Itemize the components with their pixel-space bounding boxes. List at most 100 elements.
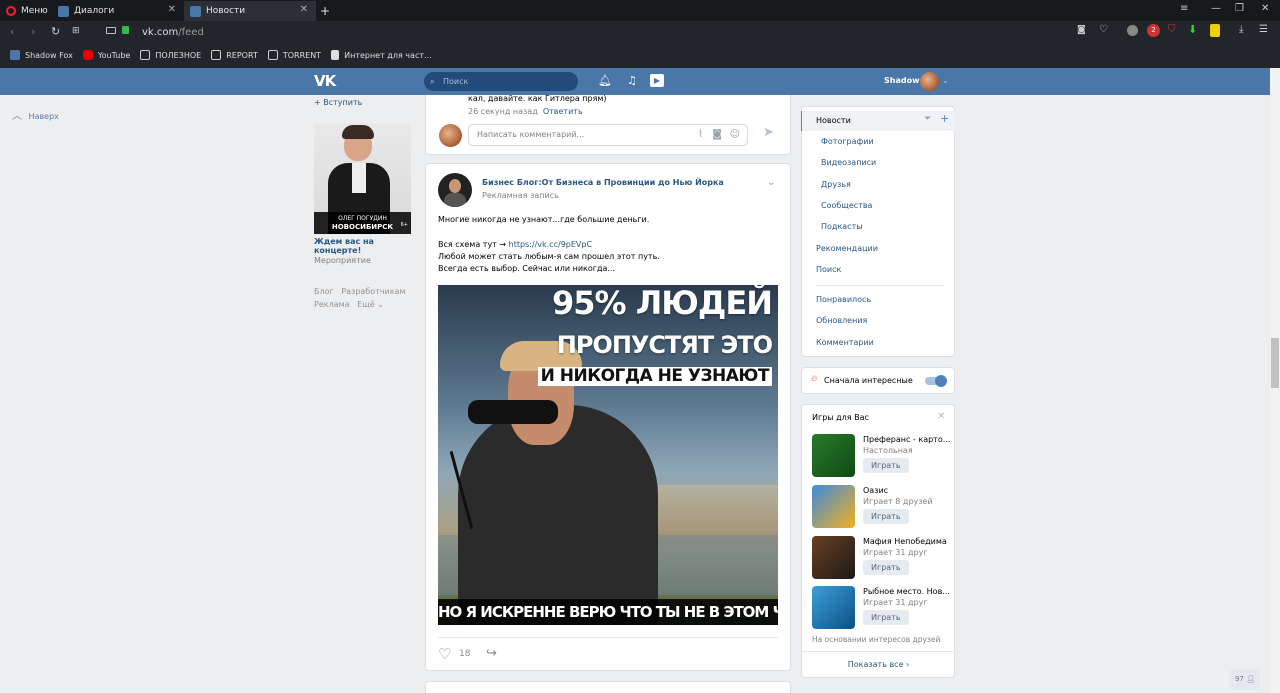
footer-more-link[interactable]: Ещё ⌄ bbox=[357, 300, 384, 309]
like-button[interactable]: ♡ bbox=[438, 645, 451, 663]
menu-podcasts[interactable]: Подкасты bbox=[821, 222, 863, 231]
feed-post: Бизнес Блог:От Бизнеса в Провинции до Нь… bbox=[425, 163, 791, 671]
video-icon[interactable]: ▶ bbox=[650, 74, 664, 87]
restore-icon[interactable]: ❐ bbox=[1235, 3, 1244, 14]
paperclip-icon[interactable]: ⌇ bbox=[698, 125, 703, 145]
ad-title[interactable]: Ждем вас на концерте! bbox=[314, 237, 412, 255]
window-close-icon[interactable]: ✕ bbox=[1261, 3, 1269, 14]
heart-icon[interactable]: ♡ bbox=[1099, 24, 1108, 35]
online-friends-badge[interactable]: 97 👤︎ bbox=[1230, 669, 1260, 689]
share-icon[interactable]: ↪ bbox=[486, 646, 497, 661]
forward-icon[interactable]: › bbox=[31, 25, 35, 38]
ad-banner-image[interactable]: ОЛЕГ ПОГУДИН НОВОСИБИРСК 6+ bbox=[314, 123, 411, 234]
game-name[interactable]: Оазис bbox=[863, 486, 953, 495]
close-icon[interactable]: ✕ bbox=[300, 4, 308, 15]
send-icon[interactable]: ➤ bbox=[763, 125, 774, 140]
tab-dialogs[interactable]: Диалоги ✕ bbox=[52, 1, 184, 21]
post-author-avatar[interactable] bbox=[438, 173, 472, 207]
camera-icon[interactable]: ◙ bbox=[1077, 25, 1086, 35]
menu-communities[interactable]: Сообщества bbox=[821, 201, 872, 210]
game-item[interactable]: Мафия Непобедима Играет 31 друг Играть bbox=[812, 536, 952, 582]
menu-recommendations[interactable]: Рекомендации bbox=[816, 244, 878, 253]
play-button[interactable]: Играть bbox=[863, 509, 909, 524]
game-item[interactable]: Преферанс - карто... Настольная Играть bbox=[812, 434, 952, 480]
game-thumbnail[interactable] bbox=[812, 536, 855, 579]
close-icon[interactable]: ✕ bbox=[937, 411, 945, 422]
game-thumbnail[interactable] bbox=[812, 485, 855, 528]
post-link[interactable]: https://vk.cc/9pEVpC bbox=[509, 240, 592, 249]
game-thumbnail[interactable] bbox=[812, 586, 855, 629]
game-item[interactable]: Рыбное место. Нов... Играет 31 друг Игра… bbox=[812, 586, 952, 632]
toggle-knob bbox=[935, 375, 947, 387]
menu-updates[interactable]: Обновления bbox=[816, 316, 867, 325]
minimize-icon[interactable]: — bbox=[1211, 3, 1221, 14]
url-field[interactable]: vk.com/feed bbox=[142, 27, 204, 38]
shield-icon[interactable]: ⛉ bbox=[1168, 24, 1176, 35]
back-to-top-button[interactable]: ︿ Наверх bbox=[12, 107, 59, 122]
game-name[interactable]: Рыбное место. Нов... bbox=[863, 587, 953, 596]
speed-dial-icon[interactable]: ⊞ bbox=[72, 26, 80, 36]
tab-news[interactable]: Новости ✕ bbox=[184, 1, 316, 21]
back-icon[interactable]: ‹ bbox=[10, 25, 14, 38]
footer-blog-link[interactable]: Блог bbox=[314, 287, 334, 296]
bookmark-shadow-fox[interactable]: Shadow Fox bbox=[10, 50, 73, 60]
opera-menu-button[interactable]: Меню bbox=[0, 1, 52, 21]
reload-icon[interactable]: ↻ bbox=[51, 25, 60, 38]
image-headline-2: ПРОПУСТЯТ ЭТО bbox=[556, 331, 773, 359]
post-image[interactable]: 95% ЛЮДЕЙ ПРОПУСТЯТ ЭТО И НИКОГДА НЕ УЗН… bbox=[438, 285, 778, 625]
plus-icon[interactable]: + bbox=[940, 112, 949, 125]
play-button[interactable]: Играть bbox=[863, 458, 909, 473]
bookmark-folder-useful[interactable]: ПОЛЕЗНОЕ bbox=[140, 50, 201, 60]
bookmark-youtube[interactable]: YouTube bbox=[82, 50, 130, 60]
menu-comments[interactable]: Комментарии bbox=[816, 338, 874, 347]
play-button[interactable]: Играть bbox=[863, 560, 909, 575]
music-icon[interactable]: ♫ bbox=[627, 74, 637, 87]
opera-settings-icon[interactable]: ☰ bbox=[1259, 24, 1268, 35]
menu-liked[interactable]: Понравилось bbox=[816, 295, 871, 304]
vk-logo[interactable]: VK bbox=[314, 72, 336, 90]
interesting-toggle[interactable] bbox=[925, 375, 947, 387]
show-all-games-link[interactable]: Показать все › bbox=[802, 660, 955, 669]
comment-input[interactable]: Написать комментарий... ⌇ ◙ ☺ bbox=[468, 124, 748, 146]
game-item[interactable]: Оазис Играет 8 друзей Играть bbox=[812, 485, 952, 531]
game-name[interactable]: Преферанс - карто... bbox=[863, 435, 953, 444]
tab-strip: Меню Диалоги ✕ Новости ✕ + ≡ — ❐ ✕ bbox=[0, 0, 1280, 21]
bookmark-folder-torrent[interactable]: TORRENT bbox=[267, 50, 321, 60]
game-thumbnail[interactable] bbox=[812, 434, 855, 477]
bookmark-internet[interactable]: Интернет для част... bbox=[331, 50, 432, 60]
smile-icon[interactable]: ☺ bbox=[730, 125, 740, 145]
game-sub: Играет 31 друг bbox=[863, 598, 928, 607]
close-icon[interactable]: ✕ bbox=[168, 4, 176, 15]
footer-dev-link[interactable]: Разработчикам bbox=[341, 287, 405, 296]
reply-link[interactable]: Ответить bbox=[543, 107, 583, 116]
download-arrow-icon[interactable]: ⬇ bbox=[1188, 23, 1197, 36]
camera-icon[interactable]: ◙ bbox=[712, 125, 722, 145]
user-name[interactable]: Shadow bbox=[884, 76, 919, 85]
downloads-icon[interactable]: ⤓ bbox=[1239, 24, 1243, 35]
scrollbar-thumb[interactable] bbox=[1271, 338, 1279, 388]
comment-text: кал, давайте. как Гитлера прям) bbox=[468, 94, 607, 103]
chevron-down-icon[interactable]: ⌄ bbox=[942, 76, 949, 85]
bookmark-folder-report[interactable]: REPORT bbox=[211, 50, 258, 60]
join-button[interactable]: + Вступить bbox=[314, 98, 412, 107]
chevron-down-icon[interactable]: ⌄ bbox=[767, 177, 775, 188]
game-name[interactable]: Мафия Непобедима bbox=[863, 537, 953, 546]
menu-videos[interactable]: Видеозаписи bbox=[821, 158, 876, 167]
notification-badge[interactable]: 2 bbox=[1147, 24, 1160, 37]
tab-menu-icon[interactable]: ≡ bbox=[1180, 3, 1188, 14]
menu-news[interactable]: Новости bbox=[816, 116, 851, 125]
play-button[interactable]: Играть bbox=[863, 610, 909, 625]
avatar[interactable] bbox=[920, 72, 939, 91]
footer-ads-link[interactable]: Реклама bbox=[314, 300, 350, 309]
site-info-icon[interactable] bbox=[106, 27, 116, 34]
extension-icon[interactable] bbox=[1127, 25, 1138, 36]
bell-icon[interactable]: 🔔︎ bbox=[598, 74, 612, 87]
filter-icon[interactable]: ⏷ bbox=[924, 114, 931, 124]
new-tab-button[interactable]: + bbox=[316, 1, 336, 21]
search-input[interactable]: ⌕ Поиск bbox=[424, 72, 578, 91]
menu-search[interactable]: Поиск bbox=[816, 265, 841, 274]
post-author[interactable]: Бизнес Блог:От Бизнеса в Провинции до Нь… bbox=[482, 178, 724, 187]
menu-friends[interactable]: Друзья bbox=[821, 180, 851, 189]
menu-photos[interactable]: Фотографии bbox=[821, 137, 874, 146]
yandex-icon[interactable] bbox=[1210, 24, 1220, 37]
